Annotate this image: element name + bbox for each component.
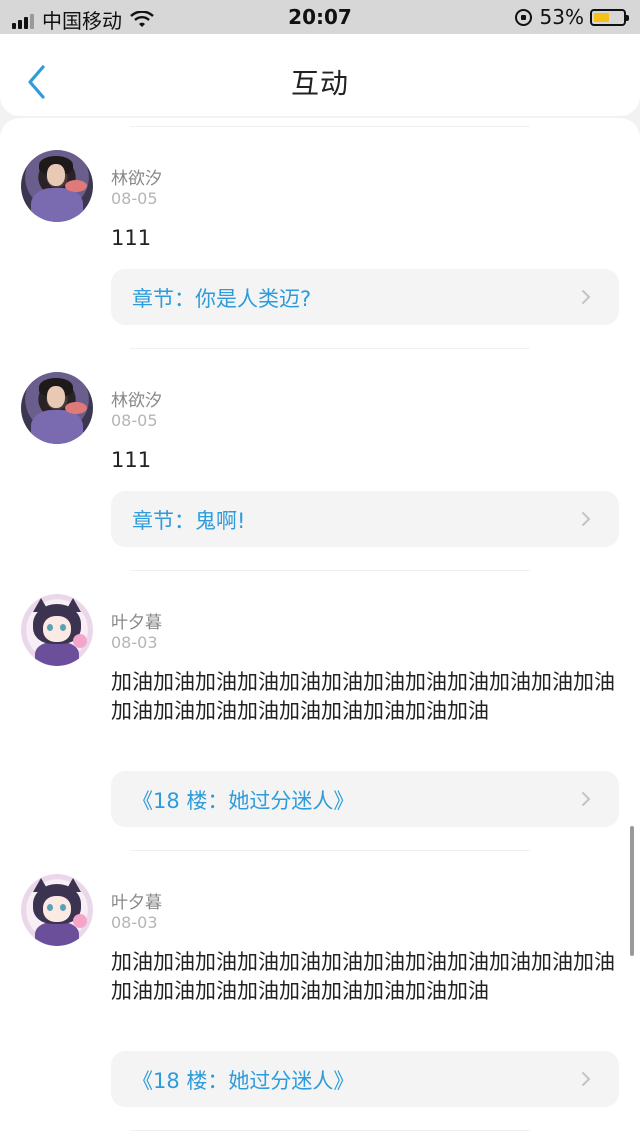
battery-level <box>594 12 609 22</box>
chapter-label: 章节：鬼啊! <box>132 509 246 533</box>
post-date: 08-05 <box>111 411 158 430</box>
chapter-label: 《18 楼：她过分迷人》 <box>132 1069 355 1093</box>
chapter-link[interactable]: 章节：鬼啊! <box>111 491 619 547</box>
divider <box>130 126 530 127</box>
username: 叶夕暮 <box>111 613 162 633</box>
chevron-right-icon <box>582 792 591 806</box>
username: 林欲汐 <box>111 169 162 189</box>
user-avatar[interactable] <box>21 372 93 444</box>
post-date: 08-05 <box>111 189 158 208</box>
post-date: 08-03 <box>111 633 158 652</box>
user-avatar[interactable] <box>21 150 93 222</box>
user-avatar[interactable] <box>21 594 93 666</box>
comment-text: 111 <box>111 226 152 250</box>
user-avatar[interactable] <box>21 874 93 946</box>
post-date: 08-03 <box>111 913 158 932</box>
nav-header: 互动 <box>0 34 640 116</box>
chapter-link[interactable]: 《18 楼：她过分迷人》 <box>111 1051 619 1107</box>
page-title: 互动 <box>290 67 349 100</box>
chapter-label: 《18 楼：她过分迷人》 <box>132 789 355 813</box>
status-right: 53% <box>514 5 629 29</box>
rotation-lock-icon <box>514 8 532 26</box>
comment-list[interactable]: 林欲汐 08-05 111 章节：你是人类迈? 林欲汐 08-05 111 章节… <box>0 118 640 1139</box>
status-bar: 中国移动 20:07 53% <box>0 0 640 34</box>
chapter-link[interactable]: 章节：你是人类迈? <box>111 269 619 325</box>
scrollbar[interactable] <box>630 826 634 956</box>
battery-percent: 53% <box>539 5 584 29</box>
comment-text: 加油加油加油加油加油加油加油加油加油加油加油加油加油加油加油加油加油加油加油加油… <box>111 950 615 1003</box>
username: 叶夕暮 <box>111 893 162 913</box>
divider <box>130 850 530 851</box>
chapter-link[interactable]: 《18 楼：她过分迷人》 <box>111 771 619 827</box>
divider <box>130 570 530 571</box>
comment-text: 加油加油加油加油加油加油加油加油加油加油加油加油加油加油加油加油加油加油加油加油… <box>111 670 615 723</box>
chevron-right-icon <box>582 290 591 304</box>
chapter-label: 章节：你是人类迈? <box>132 287 312 311</box>
chevron-right-icon <box>582 512 591 526</box>
battery-icon <box>590 8 629 26</box>
divider <box>130 348 530 349</box>
comment-text: 111 <box>111 448 152 472</box>
chevron-right-icon <box>582 1072 591 1086</box>
app-page: 中国移动 20:07 53% 互动 林欲汐 08-05 111 章节：你是人类迈… <box>0 0 640 1139</box>
username: 林欲汐 <box>111 391 162 411</box>
divider <box>130 1130 530 1131</box>
